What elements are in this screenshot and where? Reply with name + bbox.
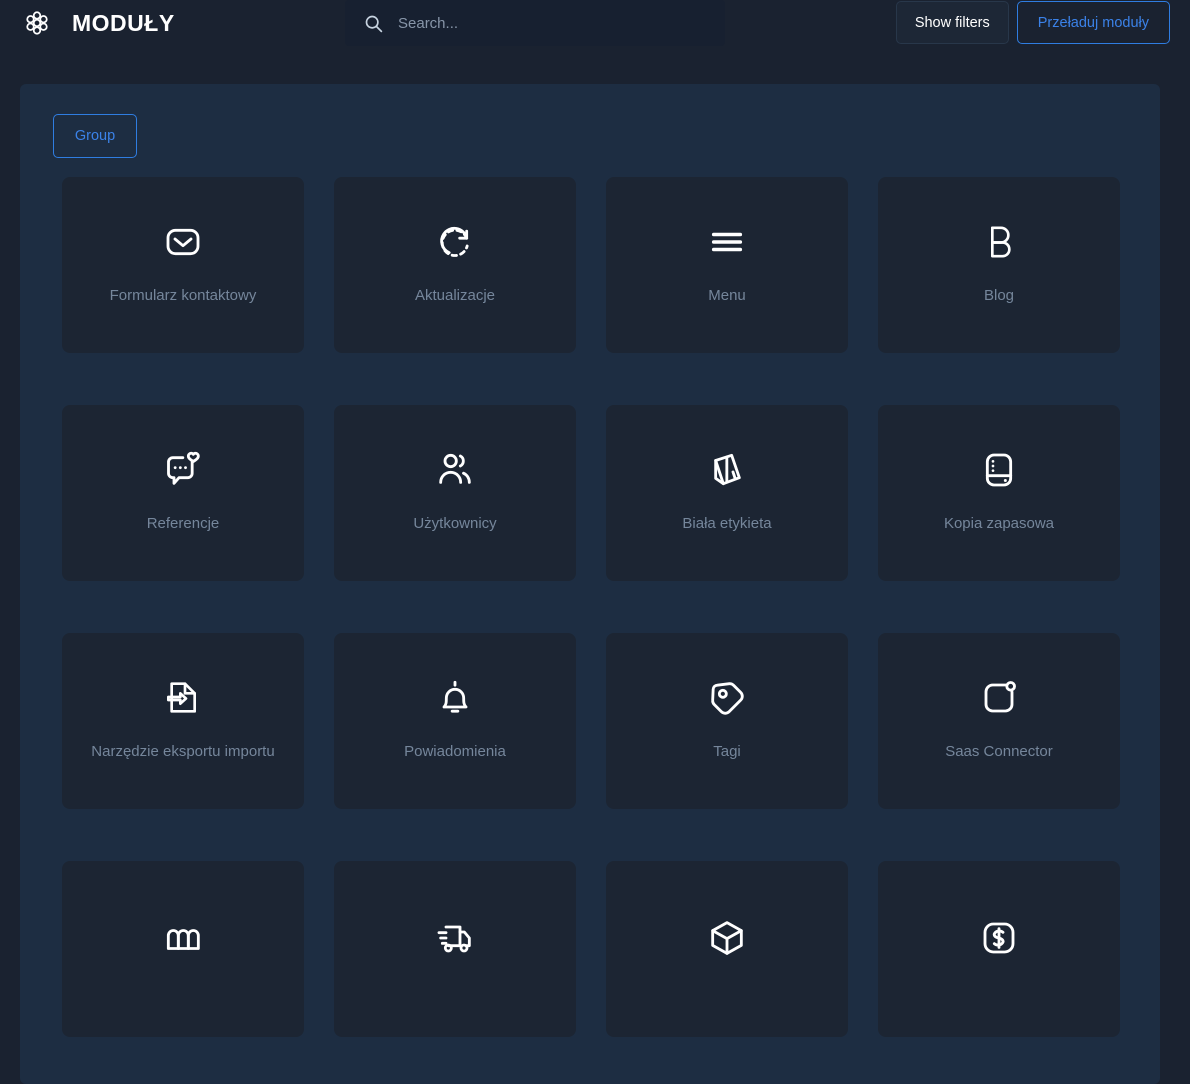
module-card-uzytkownicy[interactable]: Użytkownicy (334, 405, 576, 581)
refresh-icon (435, 222, 475, 262)
app-header: MODUŁY Show filters Przeładuj moduły (0, 0, 1190, 46)
delivery-truck-icon (435, 918, 475, 958)
cube-box-icon (707, 918, 747, 958)
tag-icon (707, 678, 747, 718)
module-label: Biała etykieta (682, 515, 772, 532)
module-card-blog[interactable]: Blog (878, 177, 1120, 353)
tilted-book-icon (707, 450, 747, 490)
module-card-menu[interactable]: Menu (606, 177, 848, 353)
module-label: Powiadomienia (404, 743, 506, 760)
currency-square-icon (979, 918, 1019, 958)
server-drive-icon (979, 450, 1019, 490)
module-card-kopia-zapasowa[interactable]: Kopia zapasowa (878, 405, 1120, 581)
brand: MODUŁY (0, 8, 345, 38)
bell-icon (435, 678, 475, 718)
group-button[interactable]: Group (53, 114, 137, 158)
module-card-powiadomienia[interactable]: Powiadomienia (334, 633, 576, 809)
letter-b-icon (979, 222, 1019, 262)
module-card-aktualizacje[interactable]: Aktualizacje (334, 177, 576, 353)
search-icon (363, 13, 384, 34)
module-label: Menu (708, 287, 746, 304)
header-actions: Show filters Przeładuj moduły (895, 1, 1170, 44)
module-label: Narzędzie eksportu importu (91, 743, 275, 760)
module-card-saas-connector[interactable]: Saas Connector (878, 633, 1120, 809)
module-card-13[interactable] (62, 861, 304, 1037)
module-label: Użytkownicy (413, 515, 497, 532)
module-card-14[interactable] (334, 861, 576, 1037)
module-card-biala-etykieta[interactable]: Biała etykieta (606, 405, 848, 581)
module-label: Blog (983, 287, 1015, 304)
module-card-tagi[interactable]: Tagi (606, 633, 848, 809)
hamburger-menu-icon (707, 222, 747, 262)
module-card-narzedzie-eksportu-importu[interactable]: Narzędzie eksportu importu (62, 633, 304, 809)
show-filters-button[interactable]: Show filters (895, 1, 1009, 44)
module-card-formularz-kontaktowy[interactable]: Formularz kontaktowy (62, 177, 304, 353)
wallet-icon (163, 918, 203, 958)
module-label: Saas Connector (945, 743, 1053, 760)
module-card-referencje[interactable]: Referencje (62, 405, 304, 581)
module-label: Tagi (713, 743, 741, 760)
reload-modules-button[interactable]: Przeładuj moduły (1016, 1, 1170, 44)
module-label: Formularz kontaktowy (109, 287, 257, 304)
search-input[interactable] (398, 0, 725, 46)
flower-cluster-logo-icon[interactable] (22, 8, 52, 38)
search-box[interactable] (345, 0, 725, 46)
users-icon (435, 450, 475, 490)
chat-bubble-heart-icon (163, 450, 203, 490)
group-bar: Group (20, 84, 1160, 158)
module-card-16[interactable] (878, 861, 1120, 1037)
module-label: Kopia zapasowa (943, 515, 1055, 532)
envelope-icon (163, 222, 203, 262)
rounded-square-dot-icon (979, 678, 1019, 718)
module-card-15[interactable] (606, 861, 848, 1037)
module-label: Referencje (146, 515, 220, 532)
content-panel: Group Formularz kontaktowy Aktualizacje … (20, 84, 1160, 1084)
module-grid: Formularz kontaktowy Aktualizacje Menu B… (20, 177, 1160, 1037)
module-label: Aktualizacje (414, 287, 496, 304)
document-arrow-icon (163, 678, 203, 718)
page-title: MODUŁY (72, 9, 175, 36)
